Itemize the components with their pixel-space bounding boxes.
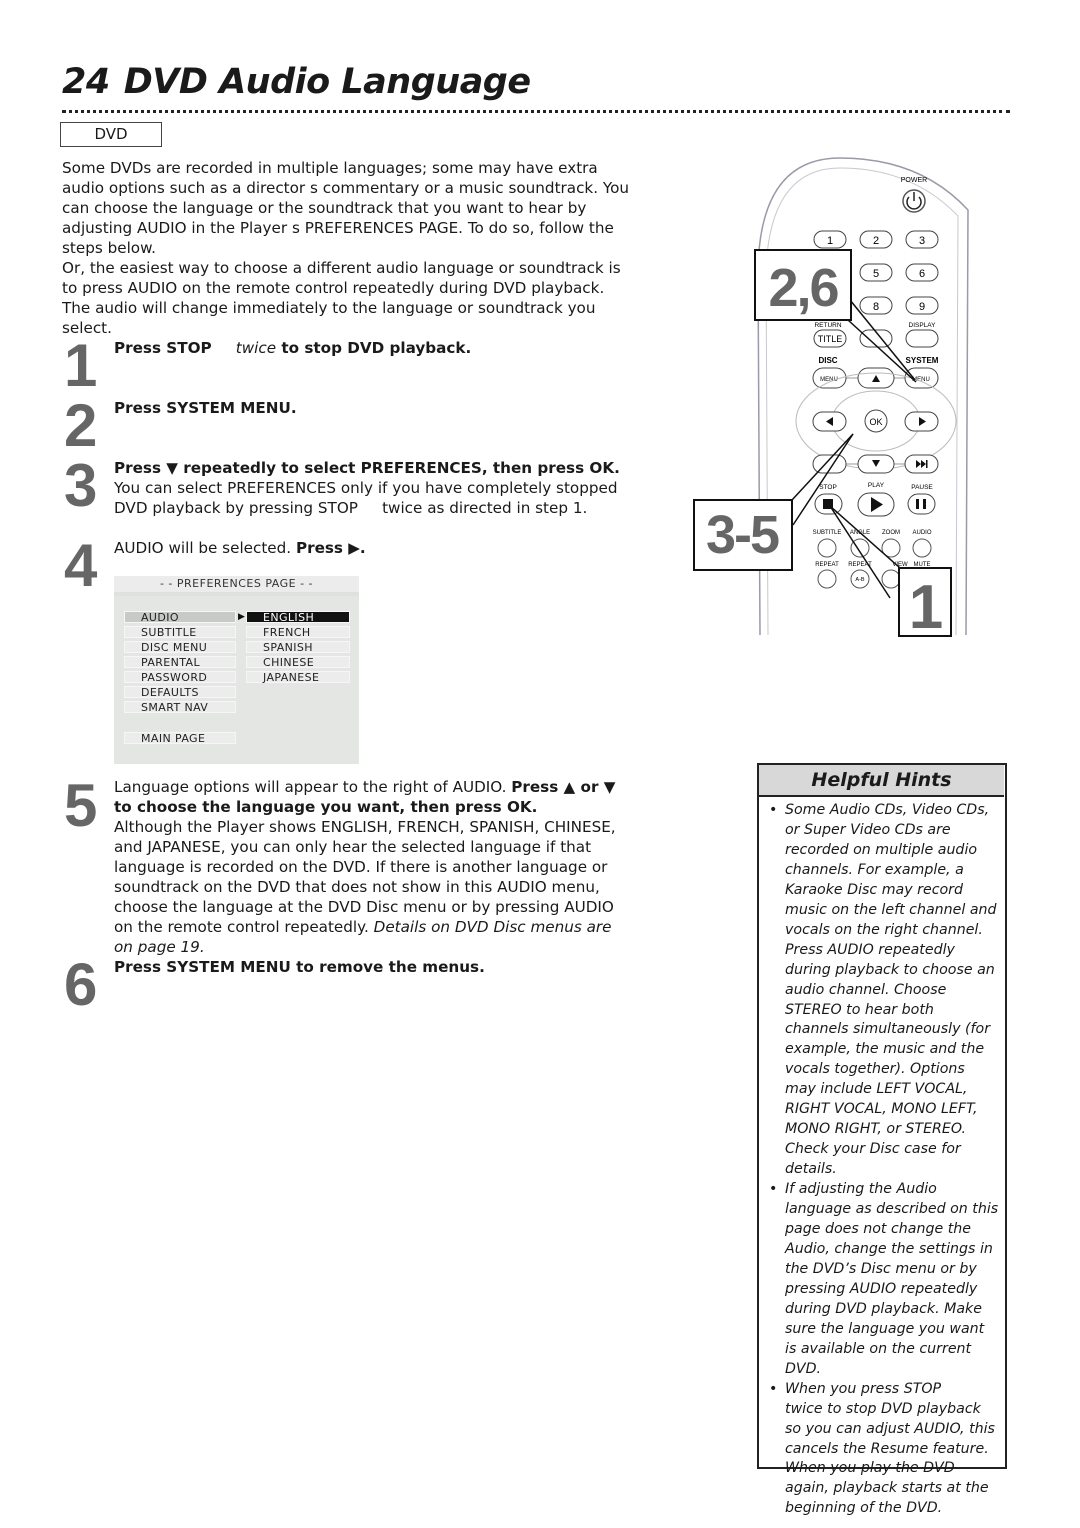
hint-item: If adjusting the Audio language as descr…	[767, 1180, 999, 1380]
step-number-1: 1	[64, 332, 98, 399]
step-1-italic: twice	[235, 339, 277, 357]
hint-item: When you press STOP twice to stop DVD pl…	[767, 1380, 999, 1520]
menu-item-audio[interactable]: AUDIO	[124, 611, 236, 624]
page-title: 24 DVD Audio Language	[62, 62, 531, 102]
step-4-action: Press ▶.	[295, 539, 366, 557]
system-label: SYSTEM	[906, 356, 939, 365]
step-4-text: AUDIO will be selected.	[114, 539, 296, 557]
dotted-divider	[62, 110, 1010, 113]
step-4: AUDIO will be selected. Press ▶.	[114, 538, 634, 558]
selection-arrow-icon: ▶	[238, 612, 245, 622]
key-1-label: 1	[827, 235, 833, 247]
page-title-text: DVD Audio Language	[123, 62, 531, 102]
disc-label: DISC	[818, 356, 837, 365]
callout-1: 1	[909, 573, 943, 642]
menu-item-defaults[interactable]: DEFAULTS	[124, 686, 236, 699]
title-button-label: TITLE	[818, 334, 843, 344]
menu-item-disc-menu[interactable]: DISC MENU	[124, 641, 236, 654]
key-8-label: 8	[873, 301, 879, 313]
remote-control-illustration: POWER 1 2 3 5 6 8 9 RETURN TITLE DISPLAY…	[693, 157, 969, 642]
step-6-action: Press SYSTEM MENU to remove the menus.	[114, 958, 485, 976]
callout-3-5: 3-5	[706, 505, 779, 565]
ok-label: OK	[869, 417, 882, 427]
menu-item-subtitle[interactable]: SUBTITLE	[124, 626, 236, 639]
preferences-menu-title: - - PREFERENCES PAGE - -	[114, 576, 359, 592]
preferences-menu: - - PREFERENCES PAGE - - AUDIO SUBTITLE …	[114, 576, 359, 764]
step-2-action: Press SYSTEM MENU.	[114, 399, 297, 417]
step-1-action: Press STOP	[114, 339, 212, 357]
step-number-2: 2	[64, 392, 98, 459]
subtitle-label: SUBTITLE	[813, 530, 842, 536]
language-option-spanish[interactable]: SPANISH	[246, 641, 350, 654]
callout-2-6: 2,6	[768, 258, 838, 318]
zoom-label: ZOOM	[882, 530, 900, 536]
step-5-intro: Language options will appear to the righ…	[114, 778, 512, 796]
step-number-3: 3	[64, 452, 98, 519]
step-number-6: 6	[64, 951, 98, 1018]
helpful-hints-title: Helpful Hints	[759, 765, 1004, 797]
play-label: PLAY	[868, 482, 885, 489]
step-number-5: 5	[64, 772, 98, 839]
intro-text: Some DVDs are recorded in multiple langu…	[62, 158, 637, 338]
step-number-4: 4	[64, 532, 98, 599]
audio-label: AUDIO	[912, 530, 931, 536]
language-option-english[interactable]: ENGLISH	[246, 611, 350, 624]
step-3-detail: You can select PREFERENCES only if you h…	[114, 479, 623, 517]
pause-button[interactable]	[907, 493, 936, 515]
repeat-button[interactable]	[817, 569, 837, 589]
intro-paragraph-2: Or, the easiest way to choose a differen…	[62, 259, 621, 337]
preferences-menu-body: AUDIO SUBTITLE DISC MENU PARENTAL PASSWO…	[114, 596, 359, 764]
language-option-french[interactable]: FRENCH	[246, 626, 350, 639]
pause-icon	[916, 499, 919, 509]
step-1-action-end: to stop DVD playback.	[276, 339, 472, 357]
pause-label: PAUSE	[911, 484, 933, 491]
step-2: Press SYSTEM MENU.	[114, 398, 634, 418]
language-option-chinese[interactable]: CHINESE	[246, 656, 350, 669]
preview-button[interactable]	[881, 569, 901, 589]
repeat-label: REPEAT	[815, 562, 839, 568]
hint-item: Some Audio CDs, Video CDs, or Super Vide…	[767, 801, 999, 1180]
language-option-japanese[interactable]: JAPANESE	[246, 671, 350, 684]
audio-button[interactable]	[912, 538, 932, 558]
step-5: Language options will appear to the righ…	[114, 777, 634, 957]
page-number: 24	[62, 62, 110, 102]
key-9-label: 9	[919, 301, 925, 313]
display-button[interactable]	[905, 329, 939, 348]
step-1: Press STOP twice to stop DVD playback.	[114, 338, 634, 358]
intro-paragraph-1: Some DVDs are recorded in multiple langu…	[62, 159, 630, 257]
step-3-action: Press ▼ repeatedly to select PREFERENCES…	[114, 459, 620, 477]
power-label: POWER	[901, 177, 927, 184]
step-6: Press SYSTEM MENU to remove the menus.	[114, 957, 634, 977]
key-5-label: 5	[873, 268, 879, 280]
display-label: DISPLAY	[909, 322, 937, 329]
menu-item-password[interactable]: PASSWORD	[124, 671, 236, 684]
disc-type-badge: DVD	[60, 122, 162, 147]
key-3-label: 3	[919, 235, 925, 247]
menu-item-smart-nav[interactable]: SMART NAV	[124, 701, 236, 714]
step-3: Press ▼ repeatedly to select PREFERENCES…	[114, 458, 634, 518]
return-label: RETURN	[814, 322, 841, 329]
menu-item-main-page[interactable]: MAIN PAGE	[124, 732, 236, 745]
subtitle-button[interactable]	[817, 538, 837, 558]
stop-label: STOP	[819, 484, 837, 491]
ab-label: A-B	[855, 577, 865, 583]
menu-item-parental[interactable]: PARENTAL	[124, 656, 236, 669]
key-6-label: 6	[919, 268, 925, 280]
hints-list: Some Audio CDs, Video CDs, or Super Vide…	[767, 801, 999, 1519]
helpful-hints-box: Helpful Hints Some Audio CDs, Video CDs,…	[757, 763, 1007, 1516]
key-2-label: 2	[873, 235, 879, 247]
